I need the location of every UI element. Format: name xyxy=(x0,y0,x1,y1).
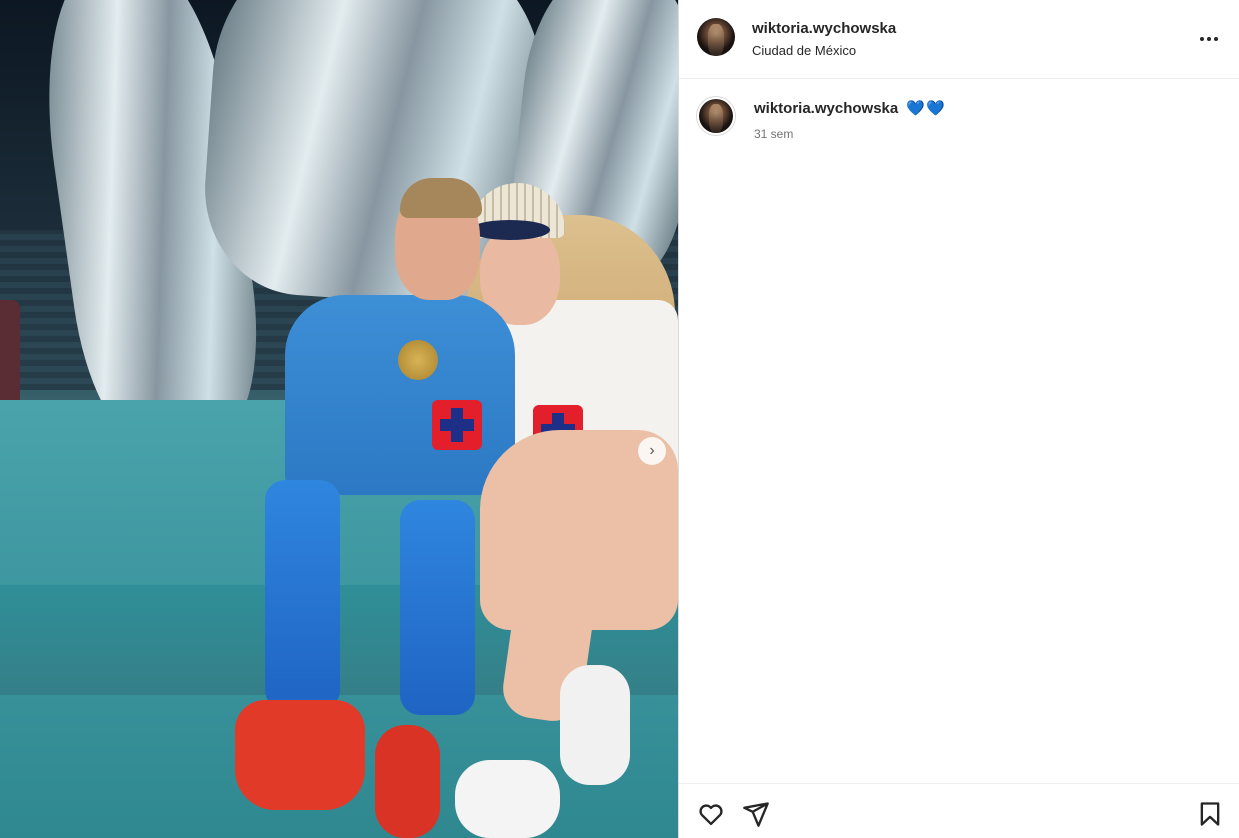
post-username[interactable]: wiktoria.wychowska xyxy=(752,20,896,37)
bookmark-icon xyxy=(1200,802,1220,826)
man-sock-right xyxy=(400,500,475,715)
more-horizontal-icon xyxy=(1200,37,1204,41)
man-jersey xyxy=(285,295,515,495)
cap-brim xyxy=(470,220,550,240)
caption-username[interactable]: wiktoria.wychowska xyxy=(754,100,898,117)
medal xyxy=(398,340,438,380)
next-photo-button[interactable]: › xyxy=(638,437,666,465)
action-bar xyxy=(679,783,1239,838)
man-boot-left xyxy=(235,700,365,810)
avatar[interactable] xyxy=(697,18,735,56)
heart-icon xyxy=(699,804,723,826)
share-button[interactable] xyxy=(742,800,770,828)
jersey-crest-man xyxy=(432,400,482,450)
woman-sneaker-left xyxy=(455,760,560,838)
more-dot xyxy=(1207,37,1211,41)
post-timestamp[interactable]: 31 sem xyxy=(754,127,793,141)
man-hair xyxy=(400,178,482,218)
like-button[interactable] xyxy=(697,800,725,828)
man-boot-right xyxy=(375,725,440,838)
woman-sneaker-right xyxy=(560,665,630,785)
post-location[interactable]: Ciudad de México xyxy=(752,43,856,58)
post-photo[interactable]: › xyxy=(0,0,678,838)
save-button[interactable] xyxy=(1196,800,1224,828)
man-sock-left xyxy=(265,480,340,710)
caption-avatar[interactable] xyxy=(699,99,733,133)
post-header: wiktoria.wychowska Ciudad de México xyxy=(679,0,1239,79)
post-side-panel: wiktoria.wychowska Ciudad de México wikt… xyxy=(678,0,1239,838)
more-dot xyxy=(1214,37,1218,41)
more-options-button[interactable] xyxy=(1194,24,1224,54)
paper-plane-icon xyxy=(743,802,769,827)
chevron-right-icon: › xyxy=(649,442,655,459)
caption-line: wiktoria.wychowska 💙💙 xyxy=(754,99,946,117)
caption-text: 💙💙 xyxy=(906,100,946,117)
